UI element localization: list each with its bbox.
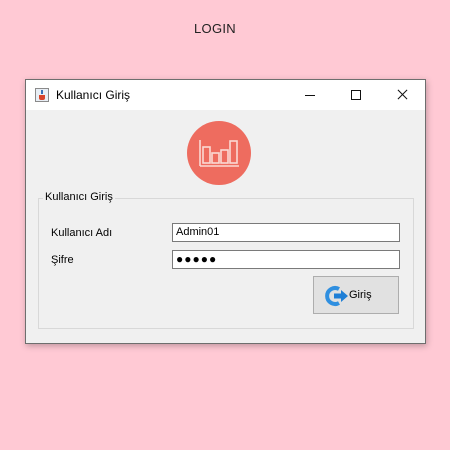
login-button-label: Giriş bbox=[349, 289, 372, 301]
page-heading: LOGIN bbox=[194, 21, 236, 36]
maximize-button[interactable] bbox=[333, 80, 379, 110]
minimize-icon bbox=[305, 95, 315, 96]
minimize-button[interactable] bbox=[287, 80, 333, 110]
group-title: Kullanıcı Giriş bbox=[43, 191, 115, 203]
login-arrow-icon bbox=[325, 285, 349, 307]
login-window: Kullanıcı Giriş Kullanıcı Giriş Kullanıc… bbox=[25, 79, 426, 344]
password-label: Şifre bbox=[51, 254, 74, 266]
login-form-group: Kullanıcı Giriş Kullanıcı Adı Admin01 Şi… bbox=[38, 191, 414, 329]
login-button[interactable]: Giriş bbox=[313, 276, 399, 314]
password-input[interactable]: ●●●●● bbox=[172, 250, 400, 269]
username-input[interactable]: Admin01 bbox=[172, 223, 400, 242]
close-button[interactable] bbox=[379, 80, 425, 110]
maximize-icon bbox=[351, 90, 361, 100]
window-titlebar[interactable]: Kullanıcı Giriş bbox=[26, 80, 425, 110]
window-title: Kullanıcı Giriş bbox=[56, 88, 131, 102]
username-label: Kullanıcı Adı bbox=[51, 227, 113, 239]
java-app-icon bbox=[35, 88, 49, 102]
bar-chart-logo-icon bbox=[187, 121, 251, 185]
